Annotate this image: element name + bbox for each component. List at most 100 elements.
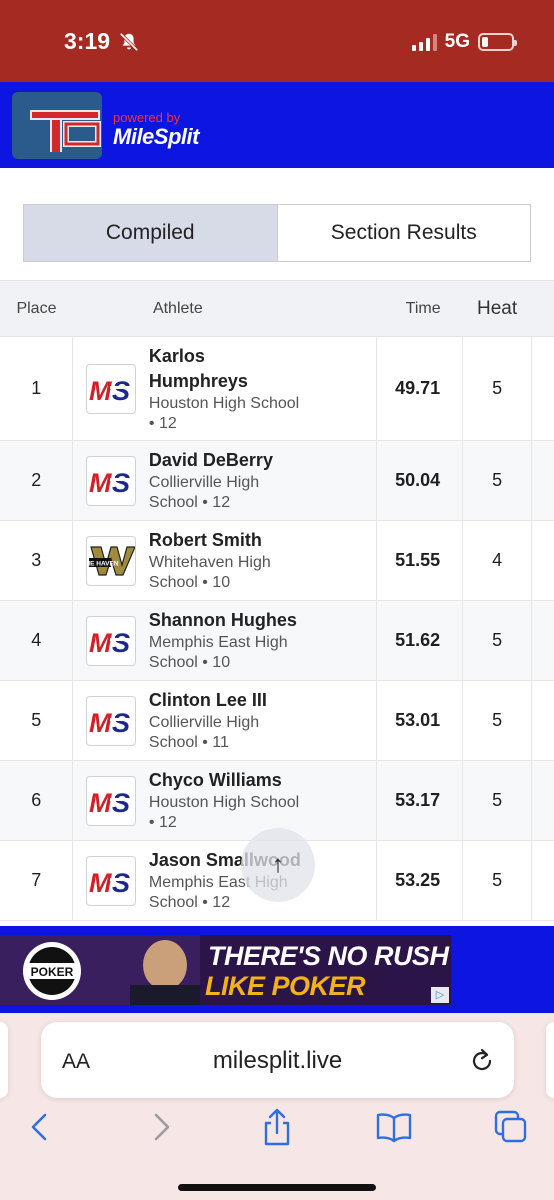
athlete-cell: Clinton Lee III Collierville High School •… (148, 680, 378, 761)
time-cell: 53.17 (376, 760, 464, 841)
place-cell: 4 (0, 600, 74, 681)
athlete-school: Whitehaven High School • 10 (149, 553, 376, 593)
heat-cell: 5 (462, 680, 533, 761)
reload-icon[interactable] (468, 1047, 496, 1075)
time-cell: 49.71 (376, 336, 464, 441)
extra-cell (531, 440, 554, 521)
school-line2: • 12 (148, 814, 177, 831)
school-line1: Collierville High (148, 714, 260, 731)
milesplit-ms-icon: MS (89, 628, 133, 658)
table-row[interactable]: 2 M S David DeBerry Collierville High School … (0, 440, 554, 521)
column-header-place[interactable]: Place (0, 280, 73, 337)
athlete-name[interactable]: Shannon Hughes (149, 608, 376, 633)
arrow-up-icon: ↑ (272, 851, 284, 878)
athlete-cell: Shannon Hughes Memphis East High School • … (148, 600, 378, 681)
svg-text:S: S (112, 376, 130, 406)
tabs-icon (494, 1110, 527, 1143)
time-cell: 51.55 (376, 520, 464, 601)
status-bar: 3:19 5G (0, 0, 554, 82)
school-line1: Houston High School (148, 394, 300, 412)
school-line2: School • 12 (148, 494, 231, 511)
school-line1: Memphis East High (148, 634, 288, 651)
whitehaven-logo-icon: THE HAVEN (87, 545, 136, 576)
athlete-cell: Chyco Williams Houston High School • 12 (148, 760, 378, 841)
milesplit-ms-icon: MS (89, 468, 133, 498)
athlete-cell: David DeBerry Collierville High School • 1… (148, 440, 378, 521)
site-logo[interactable] (12, 92, 102, 159)
svg-text:M: M (89, 788, 112, 818)
status-indicators: 5G (411, 31, 517, 53)
svg-text:M: M (89, 628, 112, 658)
heat-cell: 5 (462, 440, 533, 521)
column-header-time[interactable]: Time (376, 280, 463, 337)
milesplit-ms-icon: MS (89, 376, 133, 406)
forward-button[interactable] (141, 1107, 181, 1147)
back-button[interactable] (20, 1107, 60, 1147)
extra-cell (531, 336, 554, 441)
table-row[interactable]: 4 M S Shannon Hughes Memphis East High School… (0, 600, 554, 681)
bookmarks-button[interactable] (374, 1107, 414, 1147)
table-row[interactable]: 1 M S Karlos Humphreys Houston High School • 1… (0, 336, 554, 441)
ad-choices-icon[interactable]: ▷ (431, 987, 449, 1003)
athlete-name-line1: Chyco Williams (148, 770, 282, 790)
logo-cell: MS (72, 440, 149, 521)
scroll-to-top-button[interactable]: ↑ (241, 828, 315, 902)
milesplit-brand: MileSplit (113, 124, 199, 149)
time-cell: 51.62 (376, 600, 464, 681)
table-row[interactable]: 3 THE HAVEN Robert Smith Whitehaven High Sch… (0, 520, 554, 601)
team-logo[interactable]: THE HAVEN (86, 535, 137, 586)
school-line1: Whitehaven High (148, 554, 271, 571)
previous-tab-edge[interactable] (0, 1022, 8, 1098)
tabs-button[interactable] (491, 1107, 531, 1147)
svg-text:M: M (89, 708, 112, 738)
athlete-name-line2: Humphreys (148, 370, 248, 391)
team-logo[interactable]: MS (86, 855, 137, 906)
athlete-name[interactable]: Karlos Humphreys (149, 344, 376, 394)
athlete-name-line1: Karlos (148, 345, 205, 366)
column-header-athlete[interactable]: Athlete (72, 280, 377, 337)
athlete-name[interactable]: Chyco Williams (149, 768, 376, 793)
ad-banner[interactable]: POKER THERE'S NO RUSH LIKE POKER RUSH! ▷ (0, 935, 451, 1005)
athlete-name[interactable]: Robert Smith (149, 528, 376, 553)
column-header-extra (531, 280, 554, 337)
heat-cell: 5 (462, 840, 533, 921)
svg-text:THE HAVEN: THE HAVEN (87, 560, 119, 567)
chevron-right-icon (154, 1113, 170, 1141)
svg-text:S: S (112, 708, 130, 738)
school-line1: Houston High School (148, 794, 300, 811)
svg-text:M: M (89, 868, 112, 898)
team-logo[interactable]: MS (86, 615, 137, 666)
time-cell: 50.04 (376, 440, 464, 521)
logo-cell: MS (72, 680, 149, 761)
tab-compiled[interactable]: Compiled (24, 205, 278, 261)
athlete-school: Houston High School • 12 (149, 394, 376, 434)
browser-bar: AA milesplit.live (0, 1013, 554, 1200)
address-bar[interactable]: AA milesplit.live (41, 1022, 514, 1098)
athlete-name[interactable]: David DeBerry (149, 448, 376, 473)
column-header-heat[interactable]: Heat (462, 280, 532, 337)
results-content: Compiled Section Results Place Athlete T… (0, 168, 554, 933)
team-logo[interactable]: MS (86, 455, 137, 506)
milesplit-ms-icon: MS (89, 708, 133, 738)
results-table: Place Athlete Time Heat 1 M S Karlos Humphre… (0, 280, 554, 921)
athlete-name-line1: Clinton Lee III (148, 690, 267, 710)
wsop-chip-icon: POKER (0, 935, 200, 1005)
tf-logo-icon (30, 110, 101, 152)
next-tab-edge[interactable] (546, 1022, 554, 1098)
book-icon (376, 1113, 412, 1143)
logo-cell: MS (72, 840, 149, 921)
table-row[interactable]: 5 M S Clinton Lee III Collierville High Schoo… (0, 680, 554, 761)
logo-cell: MS (72, 760, 149, 841)
athlete-name[interactable]: Clinton Lee III (149, 688, 376, 713)
tab-section-results[interactable]: Section Results (278, 205, 531, 261)
school-line1: Collierville High (148, 474, 260, 491)
team-logo[interactable]: MS (86, 775, 137, 826)
svg-text:POKER: POKER (31, 965, 74, 979)
athlete-name-line1: Robert Smith (148, 530, 262, 550)
time-cell: 53.01 (376, 680, 464, 761)
share-button[interactable] (257, 1107, 297, 1147)
team-logo[interactable]: MS (86, 695, 137, 746)
svg-text:S: S (112, 788, 130, 818)
team-logo[interactable]: MS (86, 363, 137, 414)
extra-cell (531, 600, 554, 681)
